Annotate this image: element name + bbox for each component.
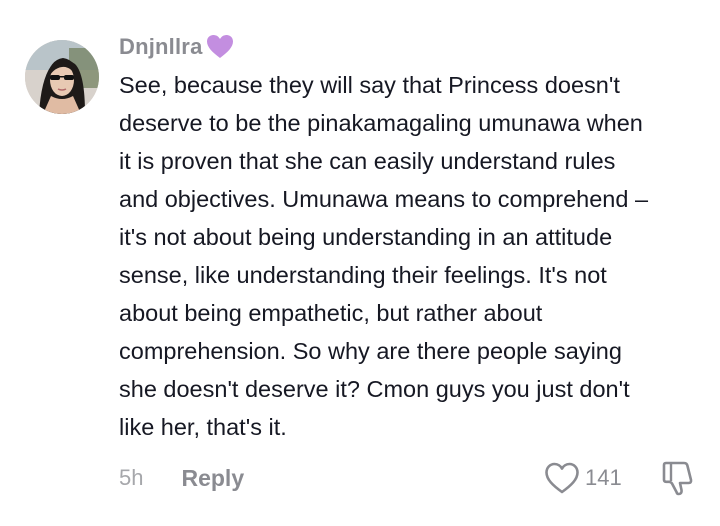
comment-text-line: comprehension. So why are there people s… (119, 338, 622, 364)
like-button[interactable]: 141 (543, 458, 622, 498)
comment-text-line: sense, like understanding their feelings… (119, 262, 607, 288)
comment-text-line: it's not about being understanding in an… (119, 224, 613, 250)
username[interactable]: Dnjnllra (119, 34, 203, 60)
avatar[interactable] (25, 40, 99, 114)
comment-text-line: deserve to be the pinakamagaling umunawa… (119, 110, 643, 136)
comment-text-line: she doesn't deserve it? Cmon guys you ju… (119, 376, 630, 402)
purple-heart-icon (206, 35, 233, 58)
thumbs-down-icon[interactable] (660, 459, 696, 497)
comment-item: Dnjnllra See, because they will say that… (0, 0, 720, 526)
username-row: Dnjnllra (119, 30, 234, 64)
comment-text: See, because they will say that Princess… (119, 66, 704, 446)
comment-text-line: See, because they will say that Princess… (119, 72, 620, 98)
heart-outline-icon (545, 462, 579, 494)
avatar-image (25, 40, 99, 114)
comment-text-line: and objectives. Umunawa means to compreh… (119, 186, 649, 212)
comment-text-line: like her, that's it. (119, 414, 287, 440)
like-count: 141 (585, 465, 622, 490)
comment-meta-row: 5h Reply (119, 458, 244, 498)
comment-text-line: it is proven that she can easily underst… (119, 148, 616, 174)
comment-text-line: about being empathetic, but rather about (119, 300, 543, 326)
timestamp: 5h (119, 465, 144, 490)
reply-button[interactable]: Reply (181, 465, 244, 492)
